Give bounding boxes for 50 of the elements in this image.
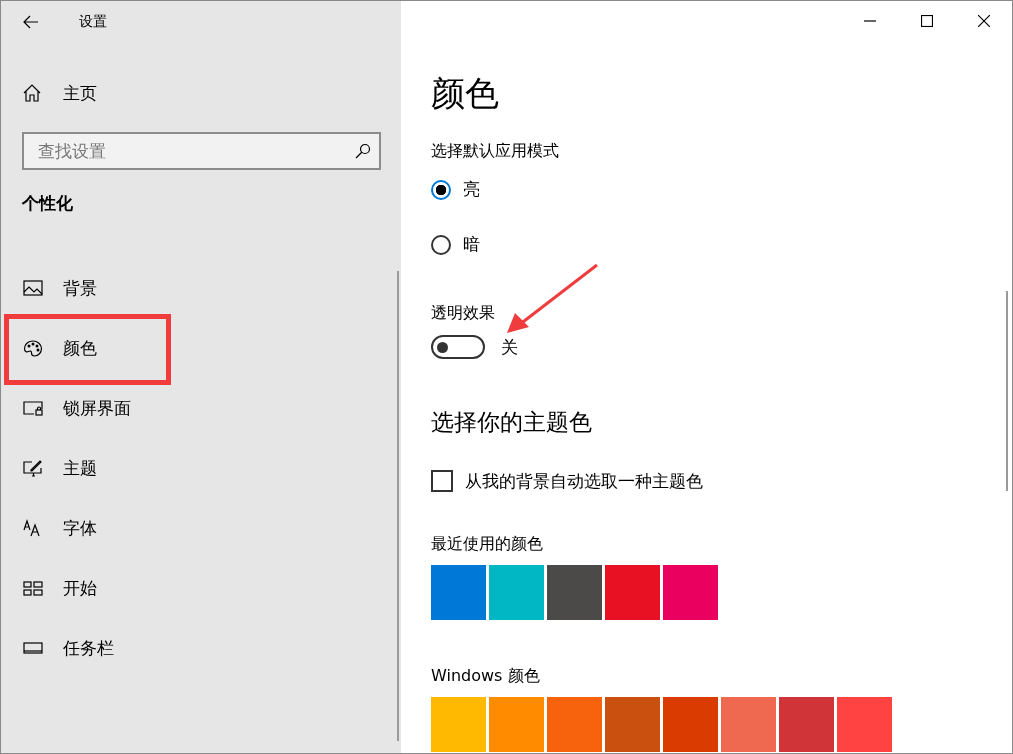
color-swatch[interactable] bbox=[431, 697, 486, 752]
taskbar-icon bbox=[23, 639, 43, 657]
font-icon bbox=[23, 519, 43, 537]
color-swatch[interactable] bbox=[547, 697, 602, 752]
search-field[interactable]: 查找设置 bbox=[22, 132, 381, 170]
tiles-icon bbox=[23, 579, 43, 597]
section-heading: 选择你的主题色 bbox=[431, 408, 592, 437]
toggle-switch[interactable] bbox=[431, 335, 485, 359]
home-icon bbox=[23, 84, 41, 102]
radio-option[interactable]: 亮 bbox=[431, 162, 480, 217]
color-swatch[interactable] bbox=[837, 697, 892, 752]
color-swatch[interactable] bbox=[779, 697, 834, 752]
page-title: 颜色 bbox=[431, 72, 499, 115]
scrollbar[interactable] bbox=[397, 271, 399, 741]
group-label: 选择默认应用模式 bbox=[431, 140, 559, 162]
group-label: 最近使用的颜色 bbox=[431, 533, 543, 555]
checkbox-option[interactable]: 从我的背景自动选取一种主题色 bbox=[431, 466, 703, 496]
color-swatch[interactable] bbox=[721, 697, 776, 752]
sidebar-item[interactable]: 背景 bbox=[1, 258, 401, 318]
window-title: 设置 bbox=[79, 13, 107, 31]
color-swatch[interactable] bbox=[489, 565, 544, 620]
back-arrow-icon bbox=[23, 15, 39, 29]
search-icon bbox=[355, 143, 371, 159]
maximize-icon bbox=[920, 15, 933, 27]
lock-screen-icon bbox=[23, 399, 43, 417]
palette-icon bbox=[23, 339, 43, 357]
brush-monitor-icon bbox=[23, 459, 43, 477]
color-swatch[interactable] bbox=[663, 697, 718, 752]
color-swatch[interactable] bbox=[605, 697, 660, 752]
close-icon bbox=[977, 15, 990, 27]
color-swatch[interactable] bbox=[663, 565, 718, 620]
home-nav-item[interactable]: 主页 bbox=[1, 63, 401, 123]
picture-icon bbox=[23, 279, 43, 297]
color-swatch[interactable] bbox=[605, 565, 660, 620]
sidebar-item[interactable]: 开始 bbox=[1, 558, 401, 618]
sidebar-item[interactable]: 任务栏 bbox=[1, 618, 401, 678]
color-swatch[interactable] bbox=[431, 565, 486, 620]
sidebar-item[interactable]: 字体 bbox=[1, 498, 401, 558]
color-swatch[interactable] bbox=[547, 565, 602, 620]
color-swatch[interactable] bbox=[489, 697, 544, 752]
radio-option[interactable]: 暗 bbox=[431, 217, 480, 272]
setting-label: 透明效果 bbox=[431, 302, 495, 324]
section-heading: 个性化 bbox=[22, 192, 74, 215]
minimize-icon bbox=[863, 20, 876, 22]
sidebar-item[interactable]: 主题 bbox=[1, 438, 401, 498]
sidebar-item[interactable]: 锁屏界面 bbox=[1, 378, 401, 438]
toggle-state: 关 bbox=[501, 335, 518, 359]
sidebar-item[interactable]: 颜色 bbox=[1, 318, 401, 378]
group-label: Windows 颜色 bbox=[431, 665, 540, 687]
scrollbar[interactable] bbox=[1006, 291, 1008, 491]
